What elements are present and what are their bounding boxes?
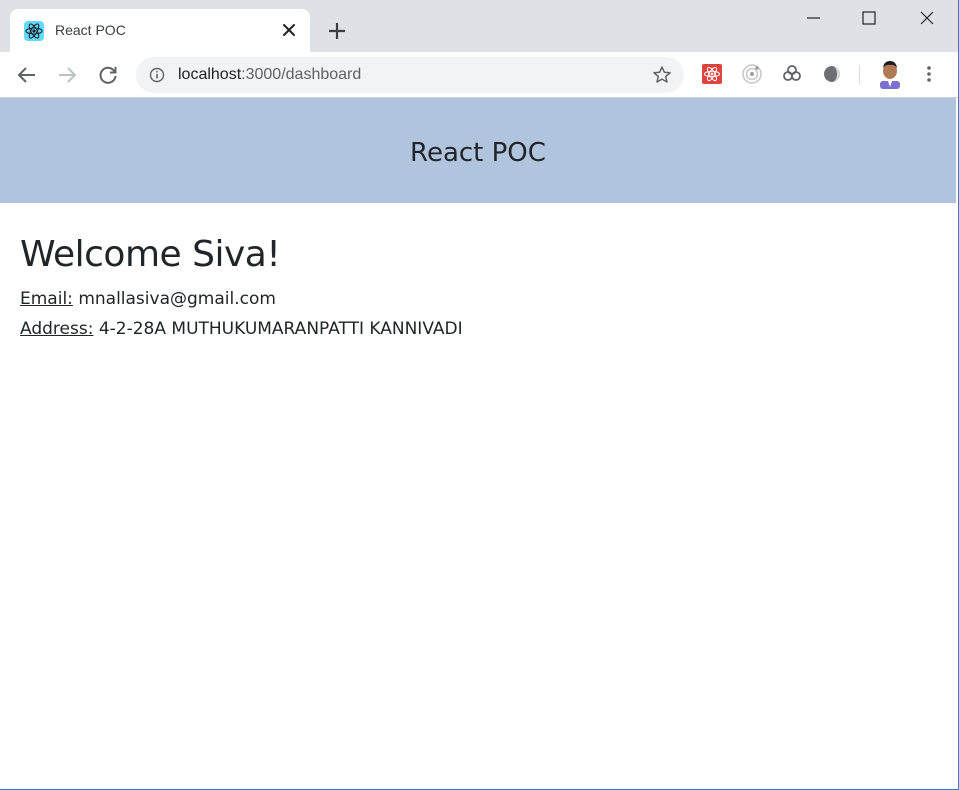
react-icon <box>24 21 44 41</box>
close-window-icon[interactable] <box>915 6 939 30</box>
profile-avatar[interactable] <box>877 59 903 89</box>
app-header: React POC <box>0 98 956 203</box>
email-value: mnallasiva@gmail.com <box>78 289 276 309</box>
maximize-icon[interactable] <box>857 6 881 30</box>
new-tab-icon[interactable] <box>326 20 348 42</box>
target-icon[interactable] <box>741 63 763 85</box>
tab-strip: React POC <box>0 0 958 52</box>
tab-react-poc[interactable]: React POC <box>10 9 310 52</box>
forward-arrow-icon[interactable] <box>55 63 79 87</box>
url-text[interactable]: localhost:3000/dashboard <box>178 66 361 84</box>
app-title: React POC <box>410 137 546 168</box>
browser-window: React POC localhost:3000/dashboard React… <box>0 0 959 790</box>
back-arrow-icon[interactable] <box>15 63 39 87</box>
browser-toolbar: localhost:3000/dashboard <box>0 52 958 98</box>
address-value: 4-2-28A MUTHUKUMARANPATTI KANNIVADI <box>98 319 463 339</box>
reload-icon[interactable] <box>96 63 120 87</box>
minimize-icon[interactable] <box>802 6 826 30</box>
email-label: Email: <box>20 289 73 309</box>
address-bar[interactable]: localhost:3000/dashboard <box>136 57 684 93</box>
address-row: Address: 4-2-28A MUTHUKUMARANPATTI KANNI… <box>20 318 463 340</box>
gray-sphere-icon[interactable] <box>821 63 843 85</box>
menu-kebab-icon[interactable] <box>918 63 940 85</box>
email-row: Email: mnallasiva@gmail.com <box>20 288 276 310</box>
address-label: Address: <box>20 319 94 339</box>
info-icon[interactable] <box>149 67 165 83</box>
url-host: localhost <box>178 66 242 83</box>
bookmark-star-icon[interactable] <box>652 65 672 85</box>
chain-icon[interactable] <box>781 63 803 85</box>
close-tab-icon[interactable] <box>280 21 298 39</box>
welcome-heading: Welcome Siva! <box>20 234 281 275</box>
toolbar-divider <box>859 65 860 85</box>
url-path: :3000/dashboard <box>241 66 362 83</box>
tab-title: React POC <box>55 22 126 38</box>
react-devtools-icon[interactable] <box>701 63 723 85</box>
